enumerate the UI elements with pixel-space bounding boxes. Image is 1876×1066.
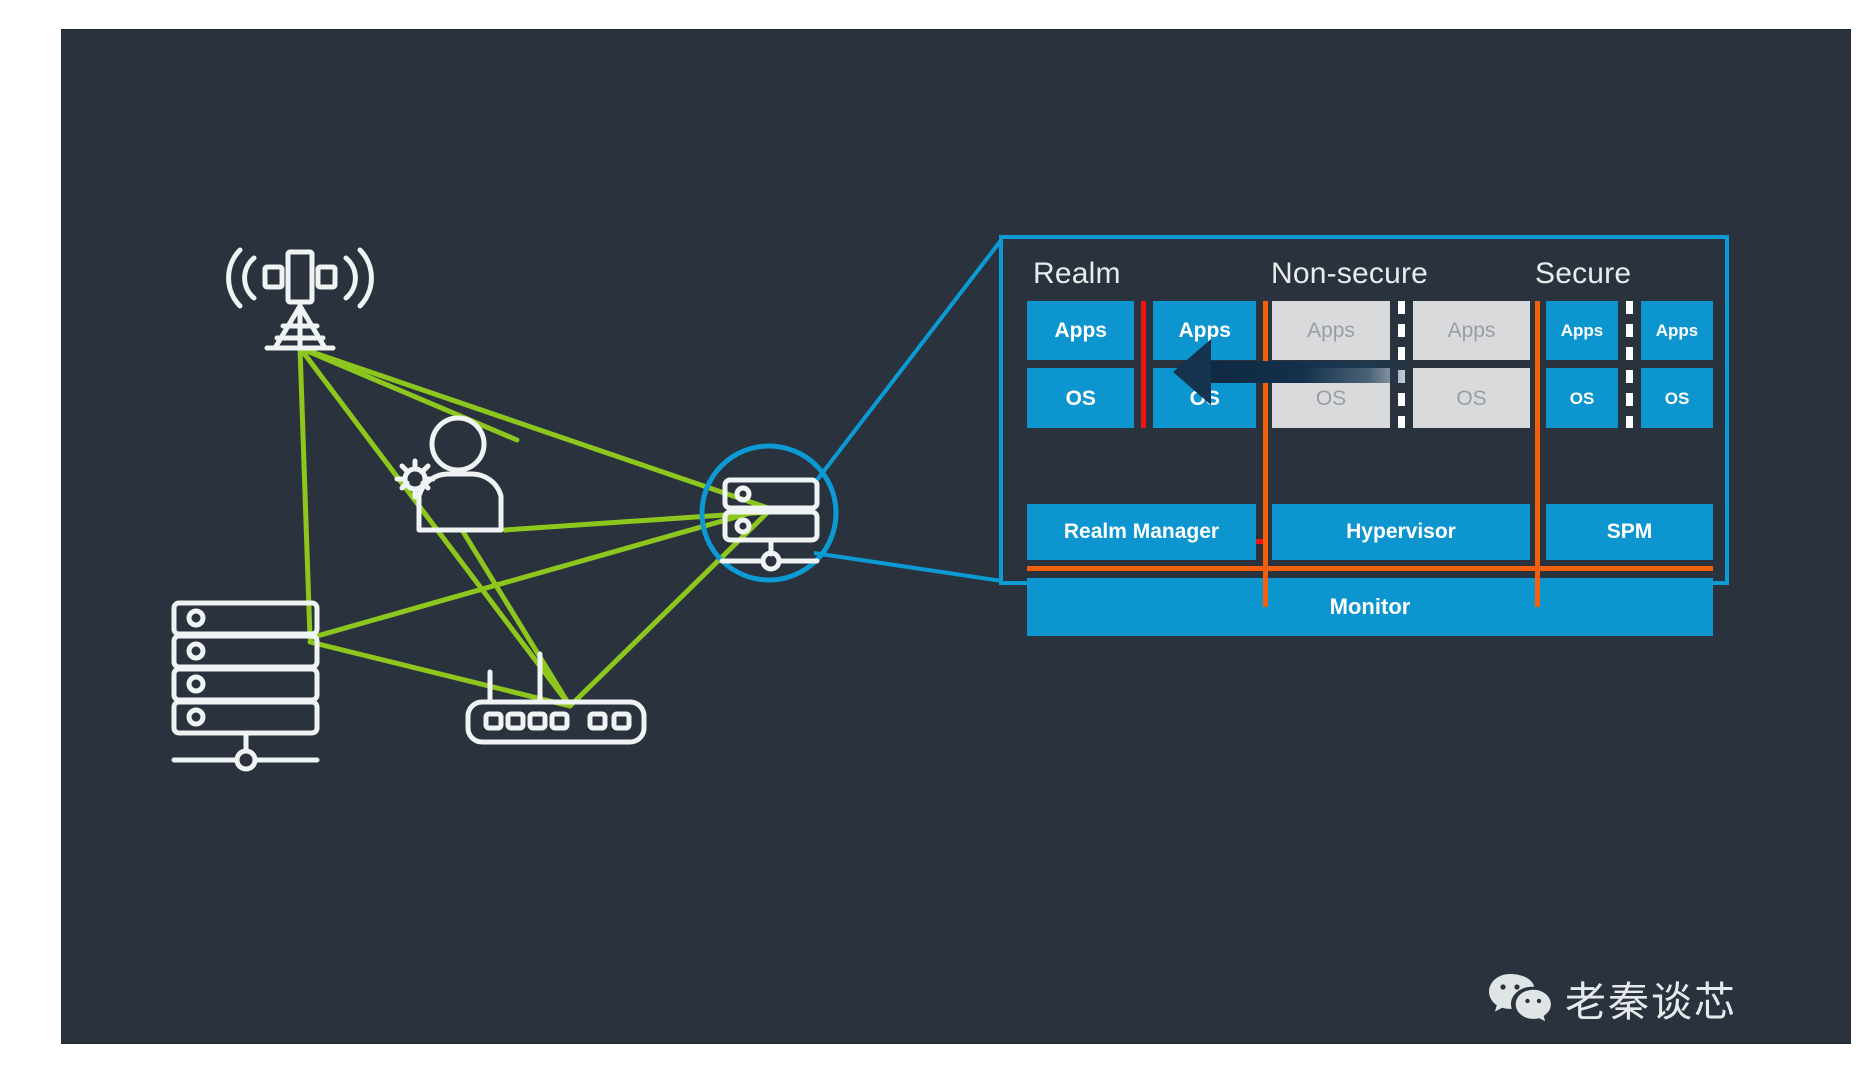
- architecture-column-headings: Realm Non-secure Secure: [1027, 257, 1703, 299]
- architecture-callout-box: Realm Non-secure Secure Apps OS Apps OS …: [999, 235, 1729, 636]
- link-user-router: [459, 527, 573, 709]
- realm-vm2-os: OS: [1153, 368, 1256, 428]
- world-secure: Apps OS Apps OS: [1546, 301, 1713, 428]
- callout-connector-lines: [813, 237, 1004, 583]
- wechat-icon: [1489, 974, 1551, 1022]
- realm-vm-2: Apps OS: [1153, 301, 1256, 428]
- watermark-text: 老秦谈芯: [1565, 978, 1737, 1026]
- cell-tower-icon: [226, 247, 374, 351]
- monitor-block: Monitor: [1027, 578, 1713, 636]
- datacenter-server-icon: [719, 477, 820, 572]
- nonsecure-vm2-apps: Apps: [1413, 301, 1530, 360]
- callout-line-top: [815, 237, 1004, 482]
- secure-vm-separator-dashed: [1626, 301, 1633, 428]
- secure-vm-2: Apps OS: [1641, 301, 1713, 428]
- secure-vm2-os: OS: [1641, 368, 1713, 428]
- realm-vm-1: Apps OS: [1027, 301, 1135, 428]
- slide-canvas: Realm Non-secure Secure Apps OS Apps OS …: [62, 30, 1850, 1043]
- screenshot-root: Realm Non-secure Secure Apps OS Apps OS …: [0, 0, 1876, 1066]
- datacenter-magnifier: [699, 237, 1004, 583]
- hypervisor-block: Hypervisor: [1272, 504, 1530, 560]
- secure-vm-1: Apps OS: [1546, 301, 1618, 428]
- world-block-grid: Apps OS Apps OS Apps OS Apps OS Apps OS …: [1027, 301, 1713, 544]
- nonsecure-vm1-os: OS: [1272, 368, 1390, 428]
- secure-vm2-apps: Apps: [1641, 301, 1713, 360]
- nonsecure-vm1-apps: Apps: [1272, 301, 1390, 360]
- column-heading-secure: Secure: [1535, 257, 1632, 290]
- watermark: 老秦谈芯: [1489, 968, 1737, 1028]
- architecture-grid: Realm Non-secure Secure Apps OS Apps OS …: [1027, 257, 1713, 636]
- user-settings-icon: [394, 415, 504, 533]
- realm-vm2-apps: Apps: [1153, 301, 1256, 360]
- column-heading-realm: Realm: [1033, 257, 1121, 290]
- server-rack-icon: [171, 600, 320, 772]
- link-tower-datacenter: [297, 345, 771, 511]
- secure-vm1-os: OS: [1546, 368, 1618, 428]
- topology-links: [297, 345, 771, 709]
- nonsecure-vm2-os: OS: [1413, 368, 1530, 428]
- monitor-boundary-line-orange: [1027, 566, 1713, 571]
- nonsecure-vm-1: Apps OS: [1272, 301, 1390, 428]
- router-icon: [465, 651, 647, 745]
- realm-vm-separator-red: [1141, 301, 1147, 428]
- callout-line-bottom: [813, 551, 1003, 583]
- nonsecure-vm-separator-dashed: [1398, 301, 1405, 428]
- world-realm: Apps OS Apps OS: [1027, 301, 1256, 428]
- gear-icon: [394, 458, 436, 500]
- spm-block: SPM: [1546, 504, 1713, 560]
- world-non-secure: Apps OS Apps OS: [1272, 301, 1530, 428]
- realm-manager-block: Realm Manager: [1027, 504, 1256, 560]
- realm-vm1-os: OS: [1027, 368, 1135, 428]
- column-heading-non-secure: Non-secure: [1271, 257, 1429, 290]
- nonsecure-vm-2: Apps OS: [1413, 301, 1530, 428]
- secure-vm1-apps: Apps: [1546, 301, 1618, 360]
- manager-row: Realm Manager Hypervisor SPM: [1027, 504, 1713, 560]
- link-tower-serverrack: [297, 345, 313, 641]
- realm-vm1-apps: Apps: [1027, 301, 1135, 360]
